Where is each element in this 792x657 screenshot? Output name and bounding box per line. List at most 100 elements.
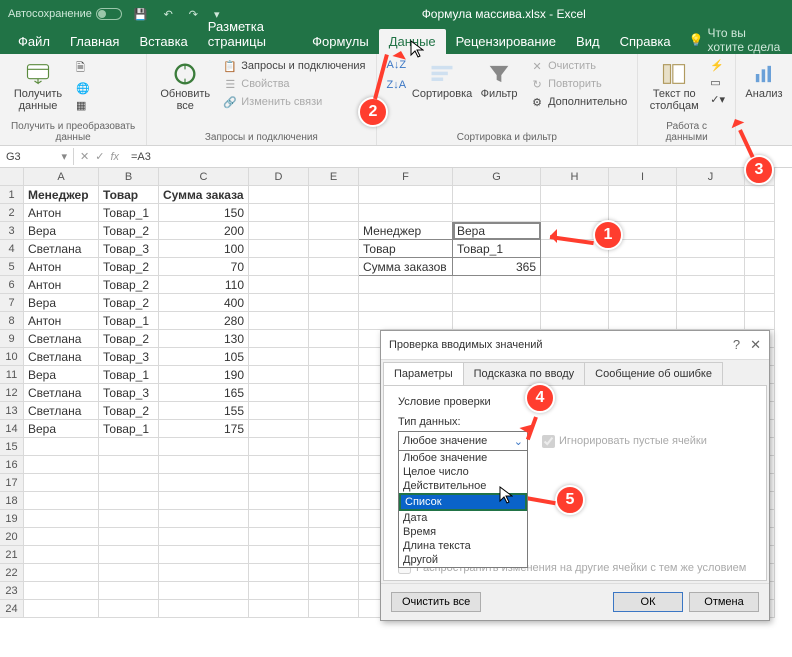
cell-C1[interactable]: Сумма заказа <box>159 186 249 204</box>
cell-E5[interactable] <box>309 258 359 276</box>
cell-A10[interactable]: Светлана <box>24 348 99 366</box>
cell-E15[interactable] <box>309 438 359 456</box>
close-icon[interactable]: ✕ <box>750 337 761 353</box>
name-box[interactable]: G3 ▾ <box>0 148 74 165</box>
cell-B19[interactable] <box>99 510 159 528</box>
cell-B20[interactable] <box>99 528 159 546</box>
cell-J1[interactable] <box>677 186 745 204</box>
cell-A24[interactable] <box>24 600 99 618</box>
cell-C6[interactable]: 110 <box>159 276 249 294</box>
cell-H1[interactable] <box>541 186 609 204</box>
cell-B7[interactable]: Товар_2 <box>99 294 159 312</box>
cell-B21[interactable] <box>99 546 159 564</box>
cell-K2[interactable] <box>745 204 775 222</box>
select-all-corner[interactable] <box>0 168 24 186</box>
cell-E4[interactable] <box>309 240 359 258</box>
cell-A21[interactable] <box>24 546 99 564</box>
cell-G6[interactable] <box>453 276 541 294</box>
cell-E1[interactable] <box>309 186 359 204</box>
cell-C13[interactable]: 155 <box>159 402 249 420</box>
cell-E12[interactable] <box>309 384 359 402</box>
cell-G2[interactable] <box>453 204 541 222</box>
cell-B15[interactable] <box>99 438 159 456</box>
cell-I8[interactable] <box>609 312 677 330</box>
combo-opt-0[interactable]: Любое значение <box>399 451 527 465</box>
cell-E22[interactable] <box>309 564 359 582</box>
help-icon[interactable]: ? <box>733 337 740 353</box>
cell-D9[interactable] <box>249 330 309 348</box>
cell-F1[interactable] <box>359 186 453 204</box>
cell-C8[interactable]: 280 <box>159 312 249 330</box>
cell-K3[interactable] <box>745 222 775 240</box>
type-combo-list[interactable]: Любое значениеЦелое числоДействительноеС… <box>398 450 528 568</box>
tab-help[interactable]: Справка <box>610 29 681 54</box>
clear-all-button[interactable]: Очистить все <box>391 592 481 612</box>
col-header-F[interactable]: F <box>359 168 453 186</box>
cell-A6[interactable]: Антон <box>24 276 99 294</box>
col-header-G[interactable]: G <box>453 168 541 186</box>
row-header-16[interactable]: 16 <box>0 456 24 474</box>
cell-E16[interactable] <box>309 456 359 474</box>
combo-opt-7[interactable]: Другой <box>399 553 527 567</box>
cell-E13[interactable] <box>309 402 359 420</box>
row-header-3[interactable]: 3 <box>0 222 24 240</box>
cell-D12[interactable] <box>249 384 309 402</box>
combo-opt-4[interactable]: Дата <box>399 511 527 525</box>
tab-insert[interactable]: Вставка <box>129 29 197 54</box>
row-header-22[interactable]: 22 <box>0 564 24 582</box>
tell-me[interactable]: 💡 Что вы хотите сдела <box>681 26 792 54</box>
cell-B16[interactable] <box>99 456 159 474</box>
cell-A4[interactable]: Светлана <box>24 240 99 258</box>
cell-E6[interactable] <box>309 276 359 294</box>
row-header-4[interactable]: 4 <box>0 240 24 258</box>
row-header-10[interactable]: 10 <box>0 348 24 366</box>
cell-A13[interactable]: Светлана <box>24 402 99 420</box>
cell-C12[interactable]: 165 <box>159 384 249 402</box>
cell-G7[interactable] <box>453 294 541 312</box>
cell-C3[interactable]: 200 <box>159 222 249 240</box>
remove-dup-icon[interactable]: ▭ <box>708 75 727 90</box>
cell-D15[interactable] <box>249 438 309 456</box>
row-header-9[interactable]: 9 <box>0 330 24 348</box>
cell-C20[interactable] <box>159 528 249 546</box>
cell-E9[interactable] <box>309 330 359 348</box>
cell-D5[interactable] <box>249 258 309 276</box>
get-data-button[interactable]: Получить данные <box>8 58 68 112</box>
analyze-button[interactable]: Анализ <box>744 58 784 100</box>
cell-C21[interactable] <box>159 546 249 564</box>
cell-A16[interactable] <box>24 456 99 474</box>
cell-D11[interactable] <box>249 366 309 384</box>
cell-B14[interactable]: Товар_1 <box>99 420 159 438</box>
type-combo[interactable]: Любое значение ⌄ <box>398 431 528 451</box>
tab-file[interactable]: Файл <box>8 29 60 54</box>
cell-A8[interactable]: Антон <box>24 312 99 330</box>
cell-E24[interactable] <box>309 600 359 618</box>
cell-B3[interactable]: Товар_2 <box>99 222 159 240</box>
cell-D2[interactable] <box>249 204 309 222</box>
cell-H8[interactable] <box>541 312 609 330</box>
cell-E14[interactable] <box>309 420 359 438</box>
cell-C15[interactable] <box>159 438 249 456</box>
data-validation-icon[interactable]: ✓▾ <box>708 92 727 107</box>
cell-K4[interactable] <box>745 240 775 258</box>
cell-G4[interactable]: Товар_1 <box>453 240 541 258</box>
cell-H6[interactable] <box>541 276 609 294</box>
cell-J5[interactable] <box>677 258 745 276</box>
cell-D18[interactable] <box>249 492 309 510</box>
cell-I2[interactable] <box>609 204 677 222</box>
dialog-tab-params[interactable]: Параметры <box>383 362 464 385</box>
col-header-I[interactable]: I <box>609 168 677 186</box>
combo-opt-5[interactable]: Время <box>399 525 527 539</box>
cell-C24[interactable] <box>159 600 249 618</box>
from-web-icon[interactable]: 🌐 <box>74 81 92 96</box>
cell-B24[interactable] <box>99 600 159 618</box>
cell-J8[interactable] <box>677 312 745 330</box>
cell-B5[interactable]: Товар_2 <box>99 258 159 276</box>
cell-B13[interactable]: Товар_2 <box>99 402 159 420</box>
cell-A1[interactable]: Менеджер <box>24 186 99 204</box>
cell-C16[interactable] <box>159 456 249 474</box>
cell-C7[interactable]: 400 <box>159 294 249 312</box>
cell-D6[interactable] <box>249 276 309 294</box>
row-header-23[interactable]: 23 <box>0 582 24 600</box>
combo-opt-1[interactable]: Целое число <box>399 465 527 479</box>
